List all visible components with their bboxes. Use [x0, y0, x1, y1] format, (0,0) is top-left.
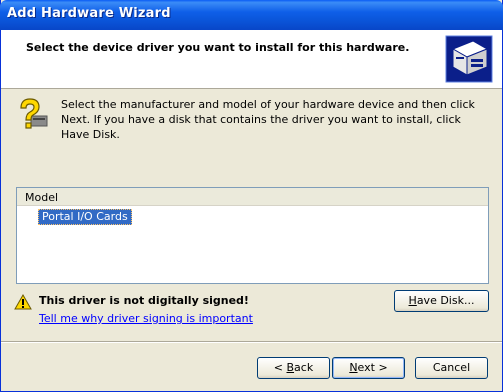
window-title: Add Hardware Wizard [7, 6, 171, 21]
model-list[interactable]: Model Portal I/O Cards [16, 187, 489, 284]
title-bar[interactable]: Add Hardware Wizard [0, 0, 503, 30]
have-disk-button[interactable]: Have Disk... [394, 290, 489, 312]
model-column-header[interactable]: Model [17, 188, 488, 206]
add-hardware-wizard-window: Add Hardware Wizard Select the device dr… [0, 0, 503, 392]
instruction-text: Select the manufacturer and model of you… [61, 98, 475, 141]
hardware-icon [445, 35, 493, 83]
model-list-item[interactable]: Portal I/O Cards [38, 209, 132, 225]
warning-icon [14, 294, 32, 310]
model-column-label: Model [25, 191, 59, 204]
header-title: Select the device driver you want to ins… [26, 41, 410, 54]
wizard-header: Select the device driver you want to ins… [1, 30, 502, 89]
back-button[interactable]: < Back [257, 357, 330, 379]
unsigned-driver-warning: This driver is not digitally signed! [39, 294, 249, 307]
next-accel: N [349, 361, 358, 374]
cancel-button[interactable]: Cancel [415, 357, 488, 379]
button-separator [1, 341, 502, 343]
have-disk-label: ave Disk... [416, 294, 475, 307]
back-accel: B [286, 361, 295, 374]
next-label: ext > [357, 361, 388, 374]
driver-signing-link[interactable]: Tell me why driver signing is important [39, 312, 253, 325]
next-button[interactable]: Next > [332, 357, 405, 379]
back-label: ack [294, 361, 314, 374]
back-prefix: < [273, 361, 287, 374]
have-disk-accel: H [408, 294, 417, 307]
question-icon [20, 98, 48, 129]
